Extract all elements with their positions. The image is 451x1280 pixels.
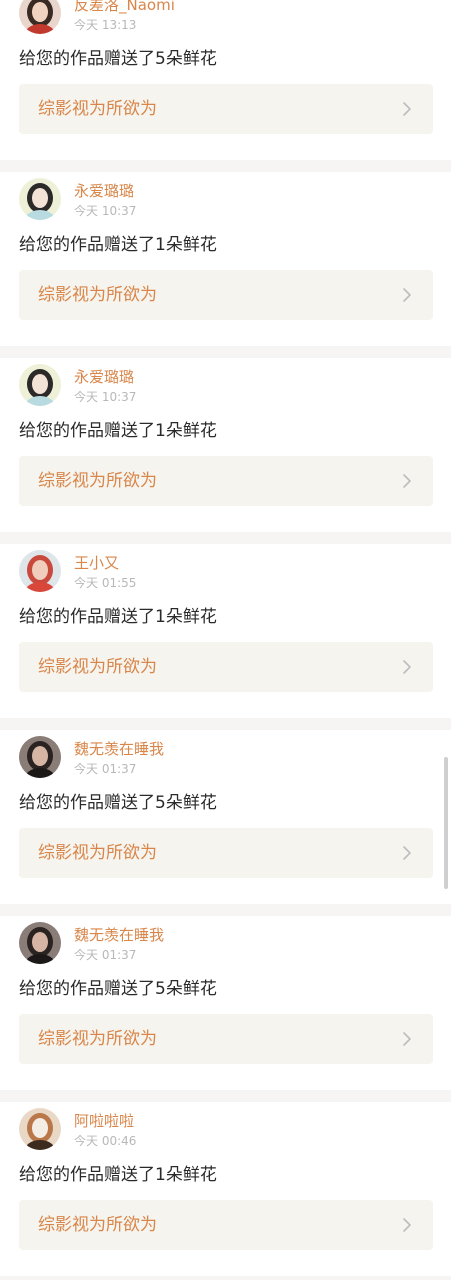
timestamp: 今天 10:37 <box>74 390 137 404</box>
gift-message: 给您的作品赠送了1朵鲜花 <box>19 235 217 255</box>
username[interactable]: 王小又 <box>74 554 119 572</box>
chevron-right-icon <box>399 1031 415 1047</box>
avatar[interactable] <box>19 736 61 778</box>
username[interactable]: 魏无羡在睡我 <box>74 926 164 944</box>
username[interactable]: 魏无羡在睡我 <box>74 740 164 758</box>
work-link-button[interactable]: 综影视为所欲为 <box>19 1200 433 1250</box>
chevron-right-icon <box>399 1217 415 1233</box>
work-link-button[interactable]: 综影视为所欲为 <box>19 270 433 320</box>
notification-card: 魏无羡在睡我今天 01:37 给您的作品赠送了5朵鲜花综影视为所欲为 <box>0 730 451 904</box>
work-title: 综影视为所欲为 <box>38 843 157 863</box>
gift-message: 给您的作品赠送了5朵鲜花 <box>19 793 217 813</box>
chevron-right-icon <box>399 473 415 489</box>
chevron-right-icon <box>399 101 415 117</box>
gift-message: 给您的作品赠送了5朵鲜花 <box>19 49 217 69</box>
avatar[interactable] <box>19 0 61 34</box>
timestamp: 今天 13:13 <box>74 18 137 32</box>
work-title: 综影视为所欲为 <box>38 1215 157 1235</box>
gift-message: 给您的作品赠送了5朵鲜花 <box>19 979 217 999</box>
work-title: 综影视为所欲为 <box>38 471 157 491</box>
timestamp: 今天 01:37 <box>74 948 137 962</box>
gift-message: 给您的作品赠送了1朵鲜花 <box>19 1165 217 1185</box>
notification-card: 反差洛_Naomi 今天 13:13 给您的作品赠送了5朵鲜花综影视为所欲为 <box>0 0 451 160</box>
notification-card: 阿啦啦啦今天 00:46 给您的作品赠送了1朵鲜花综影视为所欲为 <box>0 1102 451 1276</box>
notification-card: 永爱璐璐今天 10:37 给您的作品赠送了1朵鲜花综影视为所欲为 <box>0 358 451 532</box>
avatar[interactable] <box>19 922 61 964</box>
work-link-button[interactable]: 综影视为所欲为 <box>19 1014 433 1064</box>
username[interactable]: 阿啦啦啦 <box>74 1112 134 1130</box>
avatar[interactable] <box>19 178 61 220</box>
timestamp: 今天 10:37 <box>74 204 137 218</box>
timestamp: 今天 01:37 <box>74 762 137 776</box>
scrollbar[interactable] <box>444 757 448 889</box>
work-title: 综影视为所欲为 <box>38 99 157 119</box>
notification-card: 王小又今天 01:55 给您的作品赠送了1朵鲜花综影视为所欲为 <box>0 544 451 718</box>
work-link-button[interactable]: 综影视为所欲为 <box>19 642 433 692</box>
timestamp: 今天 00:46 <box>74 1134 137 1148</box>
chevron-right-icon <box>399 287 415 303</box>
work-link-button[interactable]: 综影视为所欲为 <box>19 456 433 506</box>
notification-card: 永爱璐璐今天 10:37 给您的作品赠送了1朵鲜花综影视为所欲为 <box>0 172 451 346</box>
work-title: 综影视为所欲为 <box>38 657 157 677</box>
chevron-right-icon <box>399 845 415 861</box>
username[interactable]: 反差洛_Naomi <box>74 0 175 14</box>
work-link-button[interactable]: 综影视为所欲为 <box>19 828 433 878</box>
timestamp: 今天 01:55 <box>74 576 137 590</box>
gift-message: 给您的作品赠送了1朵鲜花 <box>19 421 217 441</box>
work-title: 综影视为所欲为 <box>38 285 157 305</box>
work-title: 综影视为所欲为 <box>38 1029 157 1049</box>
avatar[interactable] <box>19 1108 61 1150</box>
chevron-right-icon <box>399 659 415 675</box>
username[interactable]: 永爱璐璐 <box>74 182 134 200</box>
avatar[interactable] <box>19 364 61 406</box>
avatar[interactable] <box>19 550 61 592</box>
notification-card: 魏无羡在睡我今天 01:37 给您的作品赠送了5朵鲜花综影视为所欲为 <box>0 916 451 1090</box>
gift-message: 给您的作品赠送了1朵鲜花 <box>19 607 217 627</box>
username[interactable]: 永爱璐璐 <box>74 368 134 386</box>
work-link-button[interactable]: 综影视为所欲为 <box>19 84 433 134</box>
